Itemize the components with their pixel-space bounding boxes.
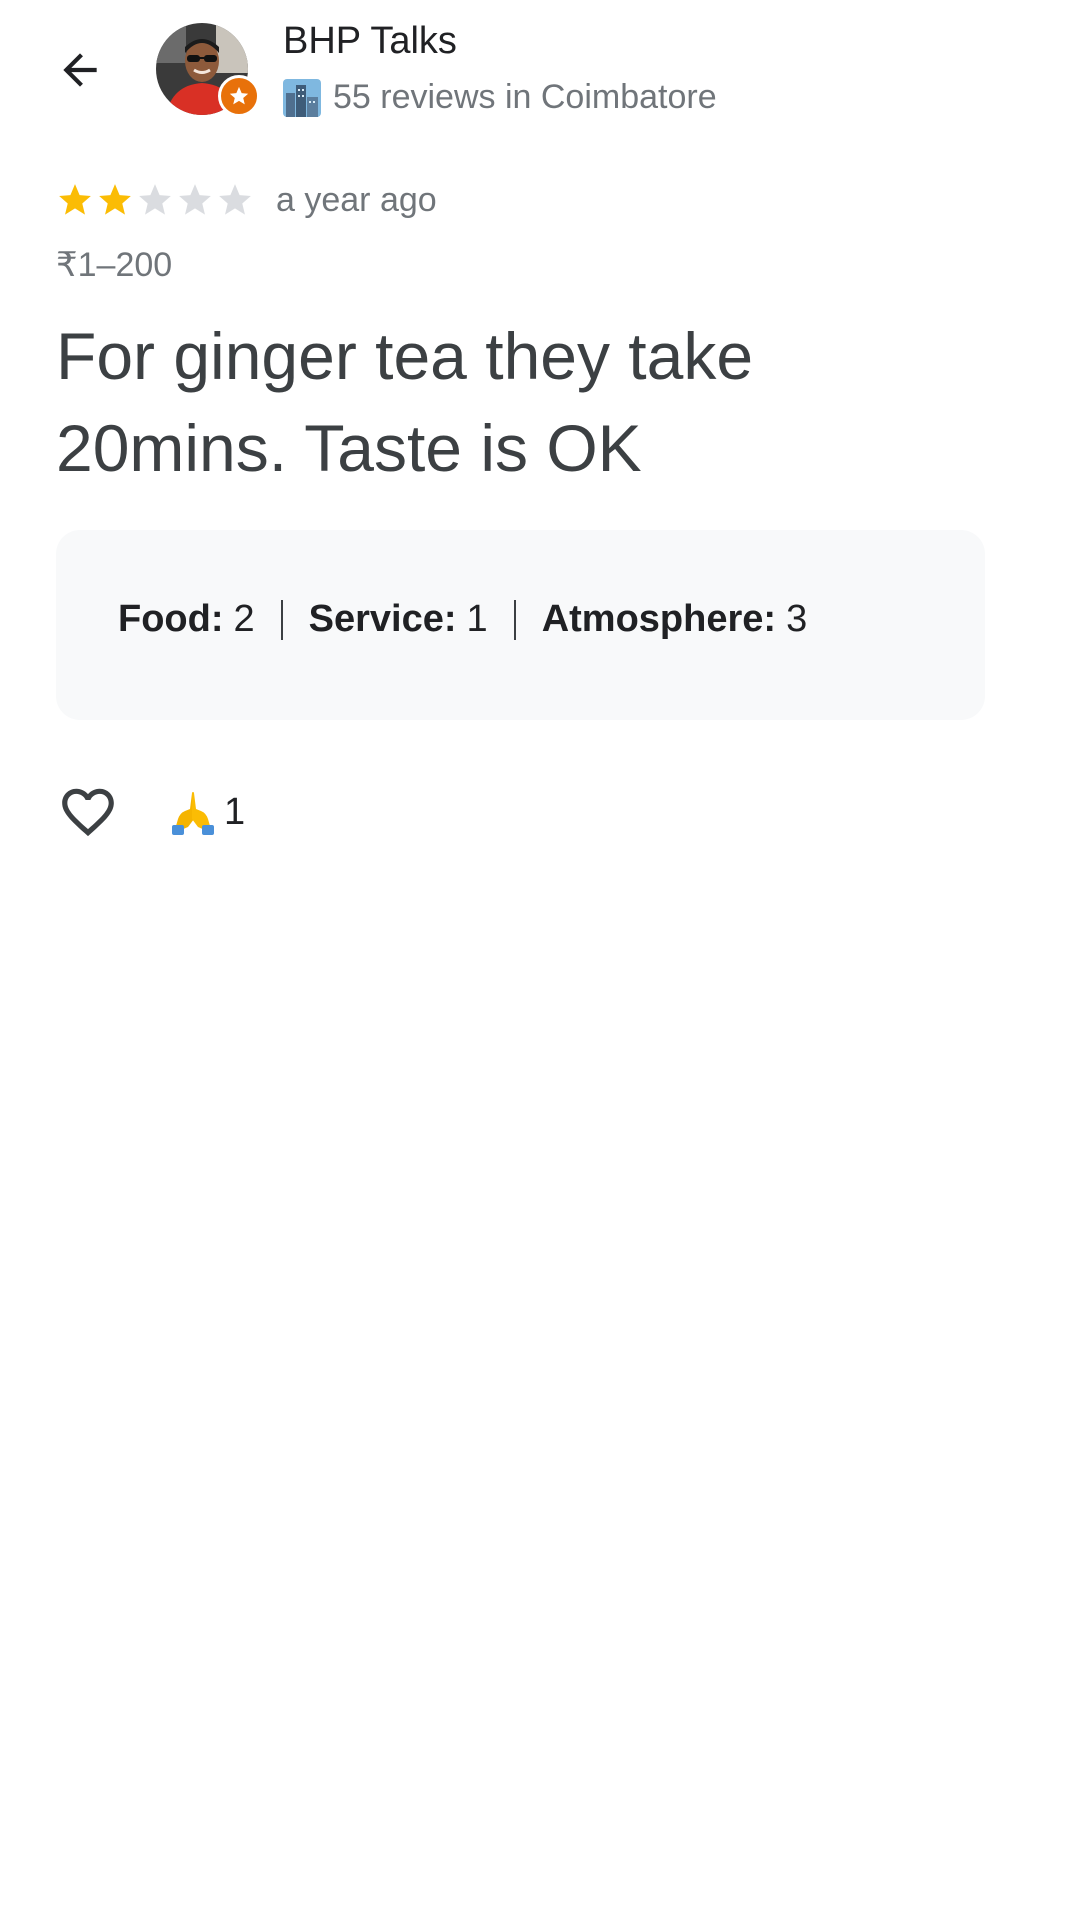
price-range: ₹1–200 [56,246,173,284]
local-guide-badge [218,75,260,117]
sub-ratings-card: Food: 2 Service: 1 Atmosphere: 3 [56,530,985,720]
review-text: For ginger tea they take 20mins. Taste i… [56,319,754,485]
review-time: a year ago [276,180,437,219]
star-filled-icon [99,184,131,215]
user-meta-text: 55 reviews in Coimbatore [333,78,717,116]
thanks-reaction[interactable]: 1 [170,789,245,835]
user-name[interactable]: BHP Talks [283,20,457,63]
local-guide-star-icon [229,86,249,105]
food-rating-label: Food: [118,598,224,640]
atmosphere-rating-value: 3 [786,598,808,640]
divider [280,599,283,640]
user-meta[interactable]: 55 reviews in Coimbatore [283,78,717,117]
arrow-left-icon [63,53,97,87]
back-button[interactable] [40,30,120,110]
reactions-row: 1 [56,780,245,844]
like-button[interactable] [56,780,120,844]
star-empty-icon [139,184,171,215]
cityscape-icon [283,78,321,117]
folded-hands-icon [172,792,214,835]
divider [513,599,516,640]
star-filled-icon [59,184,91,215]
thanks-count: 1 [224,790,246,833]
star-empty-icon [219,184,251,215]
star-rating [56,181,256,219]
sub-ratings-line: Food: 2 Service: 1 Atmosphere: 3 [118,598,807,641]
star-empty-icon [179,184,211,215]
atmosphere-rating-label: Atmosphere: [541,598,777,640]
service-rating-value: 1 [466,598,488,640]
heart-outline-icon [62,788,114,837]
user-avatar[interactable] [156,23,260,117]
review-header: BHP Talks 55 reviews in Coimbatore [0,0,1080,140]
review-page: BHP Talks 55 reviews in Coimbatore a yea… [0,0,1080,1920]
food-rating-value: 2 [233,598,255,640]
service-rating-label: Service: [308,598,457,640]
rating-row: a year ago [56,176,437,224]
